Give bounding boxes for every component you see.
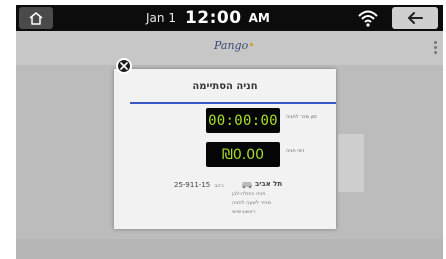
parking-city: תל אביב bbox=[255, 180, 283, 188]
home-icon bbox=[29, 11, 43, 25]
date-time: Jan 1 12:00 AM bbox=[146, 5, 270, 31]
home-button[interactable] bbox=[19, 7, 53, 29]
back-arrow-icon bbox=[408, 12, 423, 24]
app-footer bbox=[16, 239, 443, 259]
close-icon bbox=[120, 62, 128, 70]
parking-timer-display: 00:00:00 bbox=[206, 108, 280, 133]
date-text: Jan 1 bbox=[146, 11, 176, 25]
car-icon bbox=[242, 182, 252, 189]
status-bar: Jan 1 12:00 AM bbox=[16, 5, 443, 31]
app-header: Pango• bbox=[16, 31, 443, 65]
vehicle-plate: 25-911-15 רכב: bbox=[174, 181, 225, 189]
pango-logo: Pango• bbox=[214, 39, 255, 52]
dialog-title: חניה הסתיימה bbox=[192, 80, 258, 92]
parking-detail-line: מחיר לשעה לחניה bbox=[232, 200, 272, 206]
timer-label: זמן מכר לחניה bbox=[286, 114, 318, 120]
menu-icon[interactable] bbox=[434, 41, 437, 56]
clock-ampm: AM bbox=[248, 11, 270, 25]
parking-ended-dialog: חניה הסתיימה 00:00:00 זמן מכר לחניה ₪0.0… bbox=[114, 69, 336, 229]
screen: Jan 1 12:00 AM Pango• חניה הסתיימה 00:00… bbox=[0, 0, 446, 259]
parking-detail-line: חניה כחולה-לבן bbox=[232, 191, 266, 197]
cost-label: דמי חניה bbox=[286, 148, 305, 154]
plate-number: 25-911-15 bbox=[174, 181, 211, 189]
title-divider bbox=[130, 102, 336, 104]
plate-label: רכב: bbox=[214, 183, 225, 189]
background-card bbox=[338, 134, 364, 192]
parking-cost-display: ₪0.00 bbox=[206, 142, 280, 167]
wifi-icon bbox=[358, 10, 378, 27]
close-dialog-button[interactable] bbox=[116, 58, 132, 74]
clock-time: 12:00 bbox=[184, 8, 242, 28]
parking-detail-line: ראשון-שישי bbox=[232, 209, 256, 215]
back-button[interactable] bbox=[392, 7, 438, 29]
timer-value: 00:00:00 bbox=[208, 112, 278, 129]
cost-value: ₪0.00 bbox=[221, 146, 265, 163]
